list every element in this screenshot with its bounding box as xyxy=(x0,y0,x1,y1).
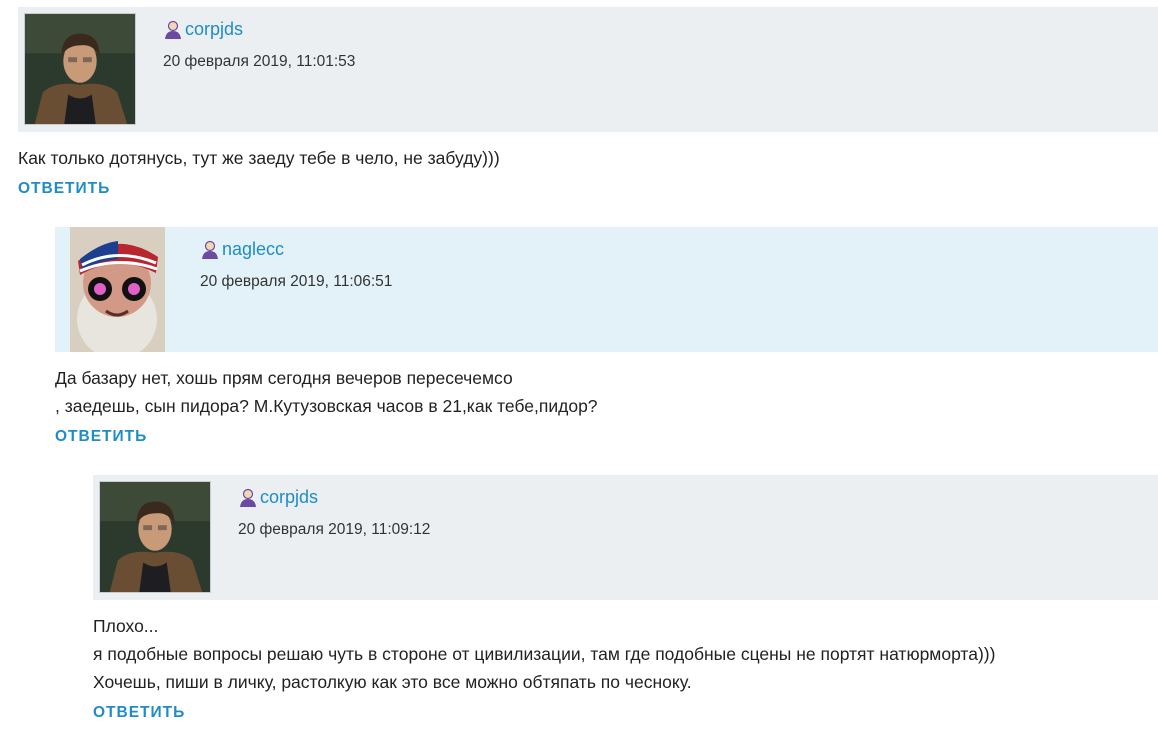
comment-date: 20 февраля 2019, 11:01:53 xyxy=(163,53,356,70)
comment-date: 20 февраля 2019, 11:06:51 xyxy=(200,273,393,290)
comment-text-line: Хочешь, пиши в личку, растолкую как это … xyxy=(93,672,692,692)
comment-text-line: я подобные вопросы решаю чуть в стороне … xyxy=(93,644,996,664)
man-photo-avatar xyxy=(100,482,210,592)
author-line: naglecc xyxy=(200,239,284,260)
comment-date: 20 февраля 2019, 11:09:12 xyxy=(238,521,431,538)
comment: corpjds 20 февраля 2019, 11:09:12 Плохо.… xyxy=(93,475,1158,722)
username-link[interactable]: naglecc xyxy=(222,239,284,260)
user-avatar[interactable] xyxy=(70,227,165,352)
man-photo-avatar xyxy=(25,14,135,124)
username-link[interactable]: corpjds xyxy=(260,487,318,508)
comment: corpjds 20 февраля 2019, 11:01:53 Как то… xyxy=(18,7,1158,198)
user-avatar[interactable] xyxy=(24,13,136,125)
comment-text: Да базару нет, хошь прям сегодня вечеров… xyxy=(55,364,1158,420)
user-icon xyxy=(163,20,183,40)
reply-button[interactable]: ОТВЕТИТЬ xyxy=(55,428,147,446)
user-avatar[interactable] xyxy=(99,481,211,593)
comment-text: Как только дотянусь, тут же заеду тебе в… xyxy=(18,144,1158,172)
comment-header: naglecc 20 февраля 2019, 11:06:51 xyxy=(55,227,1158,352)
author-line: corpjds xyxy=(163,19,243,40)
comment-header: corpjds 20 февраля 2019, 11:01:53 xyxy=(18,7,1158,132)
reply-button[interactable]: ОТВЕТИТЬ xyxy=(18,180,110,198)
reply-button[interactable]: ОТВЕТИТЬ xyxy=(93,704,185,722)
author-line: corpjds xyxy=(238,487,318,508)
comment-text-line: Да базару нет, хошь прям сегодня вечеров… xyxy=(55,368,513,388)
comment-text-line: , заедешь, сын пидора? М.Кутузовская час… xyxy=(55,396,598,416)
comment-text-line: Как только дотянусь, тут же заеду тебе в… xyxy=(18,148,500,168)
bearded-man-bandana-avatar xyxy=(70,227,165,352)
user-icon xyxy=(200,240,220,260)
comment-header: corpjds 20 февраля 2019, 11:09:12 xyxy=(93,475,1158,600)
comment: naglecc 20 февраля 2019, 11:06:51 Да баз… xyxy=(55,227,1158,446)
comment-text-line: Плохо... xyxy=(93,616,159,636)
user-icon xyxy=(238,488,258,508)
username-link[interactable]: corpjds xyxy=(185,19,243,40)
comment-text: Плохо... я подобные вопросы решаю чуть в… xyxy=(93,612,1158,696)
